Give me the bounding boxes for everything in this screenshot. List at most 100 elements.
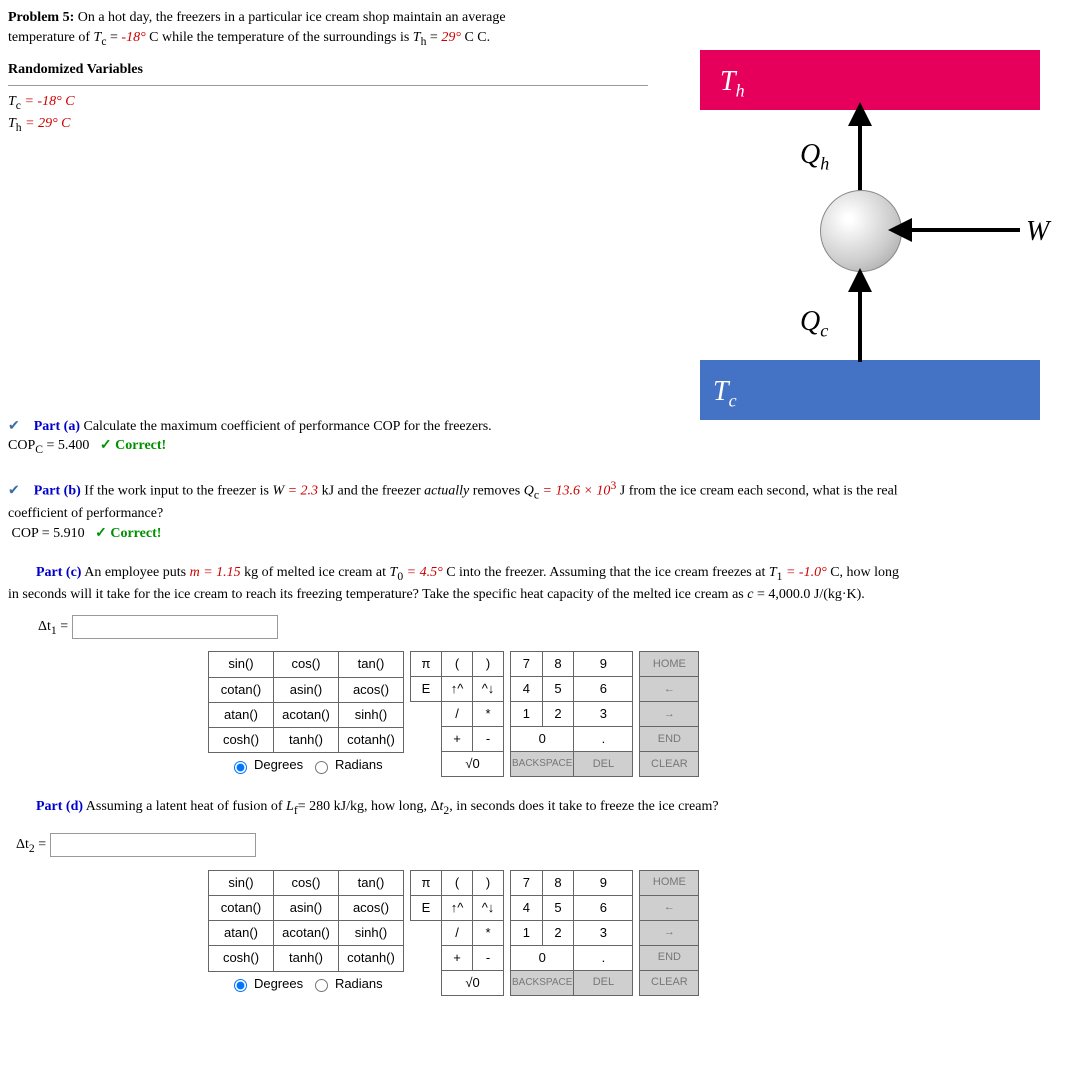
key[interactable]: / xyxy=(442,920,473,945)
sqrt-key[interactable]: √0 xyxy=(442,970,504,995)
key[interactable]: - xyxy=(473,727,504,752)
pb5: coefficient of performance? xyxy=(8,506,163,521)
fn-key[interactable]: cos() xyxy=(274,652,339,677)
ctrl-key[interactable]: END xyxy=(640,945,699,970)
tc-label: Tc xyxy=(713,372,737,414)
key[interactable]: ^↓ xyxy=(473,677,504,702)
key[interactable]: - xyxy=(473,945,504,970)
fn-key[interactable]: tanh() xyxy=(274,727,339,752)
fn-key[interactable]: cosh() xyxy=(209,946,274,971)
key[interactable]: ( xyxy=(442,652,473,677)
key[interactable]: * xyxy=(473,702,504,727)
angle-mode[interactable]: Degrees Radians xyxy=(209,971,404,996)
key[interactable]: 4 xyxy=(511,677,543,702)
key[interactable]: 2 xyxy=(542,920,574,945)
key[interactable]: + xyxy=(442,727,473,752)
key[interactable]: 1 xyxy=(511,920,543,945)
key[interactable]: E xyxy=(411,895,442,920)
fn-keys: sin()cos()tan() cotan()asin()acos() atan()… xyxy=(208,651,404,777)
key[interactable]: 7 xyxy=(511,870,543,895)
key[interactable]: 9 xyxy=(574,652,633,677)
ctrl-key[interactable]: HOME xyxy=(640,870,699,895)
key[interactable]: 6 xyxy=(574,677,633,702)
key[interactable]: 0 xyxy=(511,945,574,970)
ctrl-key[interactable]: CLEAR xyxy=(640,970,699,995)
key[interactable]: ) xyxy=(473,870,504,895)
fn-key[interactable]: asin() xyxy=(274,895,339,920)
ctrl-key[interactable]: → xyxy=(640,702,699,727)
key[interactable]: ↑^ xyxy=(442,677,473,702)
c1: C xyxy=(146,30,159,45)
partd-answer-input[interactable] xyxy=(50,833,256,857)
key[interactable]: 8 xyxy=(542,870,574,895)
fn-key[interactable]: sinh() xyxy=(339,921,404,946)
key[interactable]: π xyxy=(411,870,442,895)
fn-key[interactable]: cotan() xyxy=(209,895,274,920)
key[interactable]: 5 xyxy=(542,895,574,920)
pb3: removes xyxy=(469,484,523,499)
ctrl-key[interactable]: CLEAR xyxy=(640,752,699,777)
fn-key[interactable]: acotan() xyxy=(274,702,339,727)
del-key[interactable]: DEL xyxy=(574,970,633,995)
qh-arrow xyxy=(858,122,862,192)
ctrl-key[interactable]: → xyxy=(640,920,699,945)
th-val: 29° xyxy=(441,30,461,45)
keypad-c: sin()cos()tan() cotan()asin()acos() atan()… xyxy=(208,651,1072,777)
fn-key[interactable]: tanh() xyxy=(274,946,339,971)
key[interactable]: 3 xyxy=(574,920,633,945)
key[interactable]: ^↓ xyxy=(473,895,504,920)
ctrl-key[interactable]: HOME xyxy=(640,652,699,677)
fn-key[interactable]: asin() xyxy=(274,677,339,702)
sqrt-key[interactable]: √0 xyxy=(442,752,504,777)
key[interactable]: 6 xyxy=(574,895,633,920)
ctrl-key[interactable]: END xyxy=(640,727,699,752)
eq2: = xyxy=(426,30,441,45)
key[interactable]: . xyxy=(574,727,633,752)
partc-answer-input[interactable] xyxy=(72,615,278,639)
fn-key[interactable]: cosh() xyxy=(209,727,274,752)
key[interactable]: + xyxy=(442,945,473,970)
fn-key[interactable]: tan() xyxy=(339,652,404,677)
rv1s: T xyxy=(8,94,16,109)
rv1v: = -18° C xyxy=(21,94,75,109)
key[interactable]: . xyxy=(574,945,633,970)
fn-key[interactable]: atan() xyxy=(209,921,274,946)
key[interactable]: 3 xyxy=(574,702,633,727)
fn-key[interactable]: cotan() xyxy=(209,677,274,702)
fn-key[interactable]: cotanh() xyxy=(339,727,404,752)
fn-key[interactable]: sinh() xyxy=(339,702,404,727)
key[interactable]: ↑^ xyxy=(442,895,473,920)
sym-keys: π() E↑^^↓/*+-√0 xyxy=(410,651,504,777)
key[interactable]: * xyxy=(473,920,504,945)
backspace-key[interactable]: BACKSPACE xyxy=(511,970,574,995)
angle-mode[interactable]: Degrees Radians xyxy=(209,753,404,778)
key[interactable]: 1 xyxy=(511,702,543,727)
key[interactable]: E xyxy=(411,677,442,702)
ctrl-key[interactable]: ← xyxy=(640,677,699,702)
key[interactable]: ) xyxy=(473,652,504,677)
fn-key[interactable]: acos() xyxy=(339,895,404,920)
hot-reservoir xyxy=(700,50,1040,110)
fn-key[interactable]: tan() xyxy=(339,870,404,895)
fn-key[interactable]: acos() xyxy=(339,677,404,702)
pt2b: while the temperature of the surrounding… xyxy=(159,30,413,45)
key[interactable]: 8 xyxy=(542,652,574,677)
key[interactable]: π xyxy=(411,652,442,677)
fn-key[interactable]: sin() xyxy=(209,652,274,677)
key[interactable]: 5 xyxy=(542,677,574,702)
fn-key[interactable]: cos() xyxy=(274,870,339,895)
del-key[interactable]: DEL xyxy=(574,752,633,777)
ctrl-key[interactable]: ← xyxy=(640,895,699,920)
key[interactable]: 2 xyxy=(542,702,574,727)
key[interactable]: 0 xyxy=(511,727,574,752)
fn-key[interactable]: sin() xyxy=(209,870,274,895)
key[interactable]: / xyxy=(442,702,473,727)
key[interactable]: 9 xyxy=(574,870,633,895)
key[interactable]: 4 xyxy=(511,895,543,920)
fn-key[interactable]: atan() xyxy=(209,702,274,727)
key[interactable]: ( xyxy=(442,870,473,895)
fn-key[interactable]: cotanh() xyxy=(339,946,404,971)
backspace-key[interactable]: BACKSPACE xyxy=(511,752,574,777)
fn-key[interactable]: acotan() xyxy=(274,921,339,946)
key[interactable]: 7 xyxy=(511,652,543,677)
